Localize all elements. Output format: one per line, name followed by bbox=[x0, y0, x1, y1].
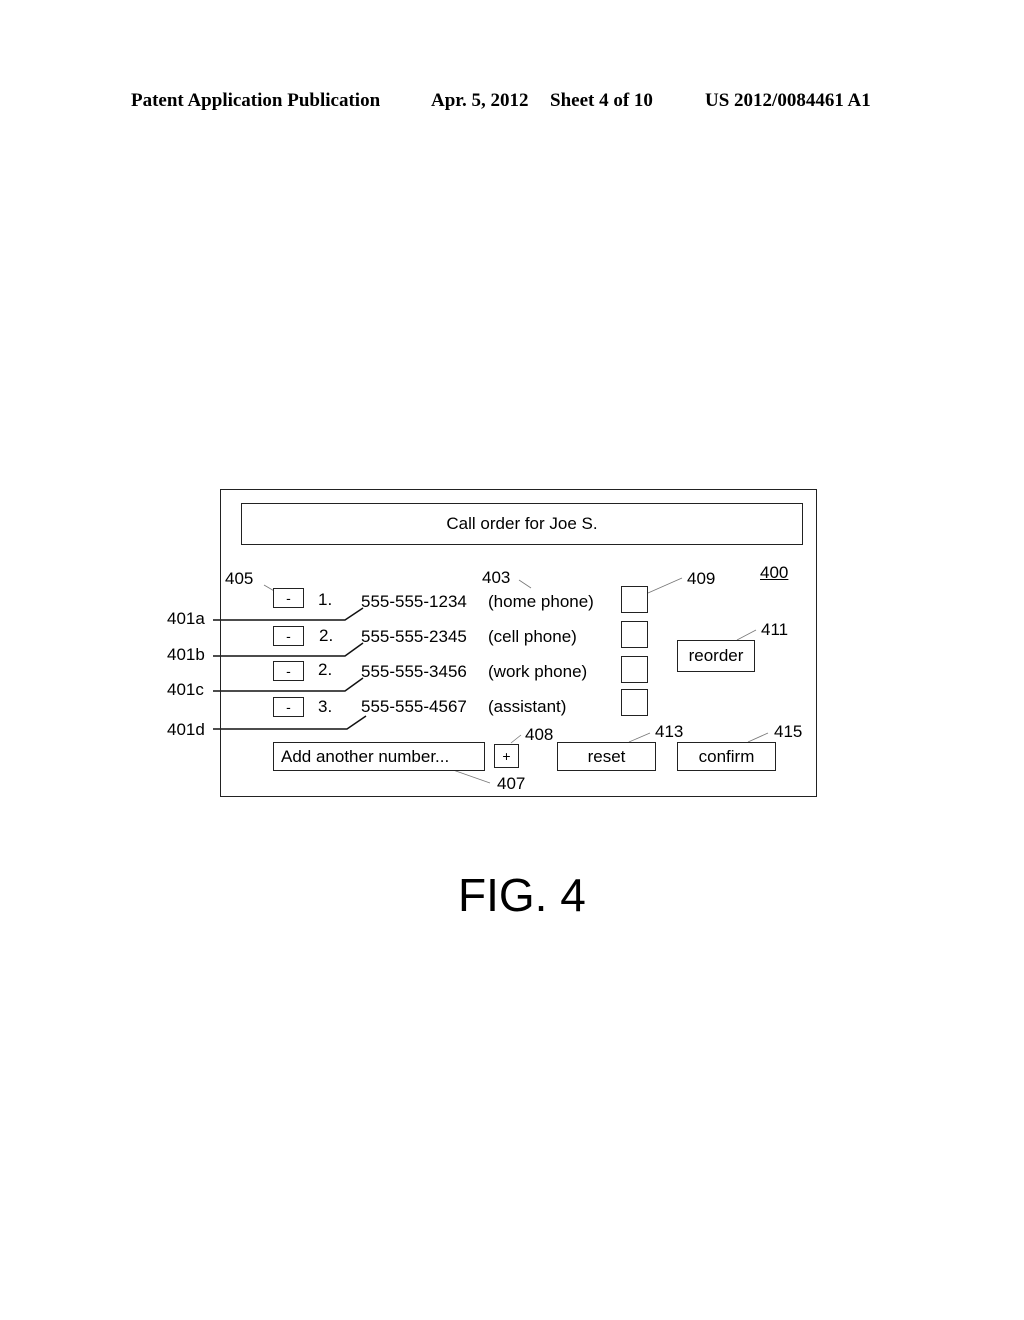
figure-label: FIG. 4 bbox=[458, 869, 586, 921]
phone-type-3: (work phone) bbox=[488, 662, 588, 681]
ref-403: 403 bbox=[482, 568, 511, 587]
ref-408: 408 bbox=[525, 725, 554, 744]
ref-413: 413 bbox=[655, 722, 684, 741]
ref-411: 411 bbox=[761, 620, 789, 639]
remove-button-1[interactable]: - bbox=[273, 588, 304, 608]
ref-401a: 401a bbox=[167, 609, 205, 628]
ref-401b: 401b bbox=[167, 645, 205, 664]
order-number-2: 2. bbox=[319, 626, 334, 645]
remove-button-4[interactable]: - bbox=[273, 697, 304, 717]
ref-407: 407 bbox=[497, 774, 526, 793]
phone-number-1: 555-555-1234 bbox=[361, 592, 467, 611]
publication-date: Apr. 5, 2012 bbox=[431, 90, 529, 111]
ref-401d: 401d bbox=[167, 720, 205, 739]
select-checkbox-1[interactable] bbox=[621, 586, 648, 613]
add-number-button[interactable]: + bbox=[494, 744, 519, 768]
select-checkbox-2[interactable] bbox=[621, 621, 648, 648]
publication-type: Patent Application Publication bbox=[131, 90, 381, 111]
ref-405: 405 bbox=[225, 569, 254, 588]
sheet-number: Sheet 4 of 10 bbox=[550, 90, 653, 111]
ref-415: 415 bbox=[774, 722, 803, 741]
publication-number: US 2012/0084461 A1 bbox=[705, 90, 871, 111]
select-checkbox-3[interactable] bbox=[621, 656, 648, 683]
ref-401c: 401c bbox=[167, 680, 204, 699]
confirm-button[interactable]: confirm bbox=[677, 742, 776, 771]
add-number-input[interactable]: Add another number... bbox=[273, 742, 485, 771]
window-title: Call order for Joe S. bbox=[241, 503, 803, 545]
order-number-1: 1. bbox=[318, 590, 333, 609]
remove-button-3[interactable]: - bbox=[273, 661, 304, 681]
phone-number-2: 555-555-2345 bbox=[361, 627, 467, 646]
ref-400: 400 bbox=[760, 563, 789, 582]
phone-type-4: (assistant) bbox=[488, 697, 567, 716]
reorder-button[interactable]: reorder bbox=[677, 640, 755, 672]
phone-type-1: (home phone) bbox=[488, 592, 594, 611]
select-checkbox-4[interactable] bbox=[621, 689, 648, 716]
phone-number-3: 555-555-3456 bbox=[361, 662, 467, 681]
order-number-4: 3. bbox=[318, 697, 333, 716]
phone-number-4: 555-555-4567 bbox=[361, 697, 467, 716]
reset-button[interactable]: reset bbox=[557, 742, 656, 771]
phone-type-2: (cell phone) bbox=[488, 627, 577, 646]
remove-button-2[interactable]: - bbox=[273, 626, 304, 646]
ref-409: 409 bbox=[687, 569, 716, 588]
order-number-3: 2. bbox=[318, 660, 333, 679]
